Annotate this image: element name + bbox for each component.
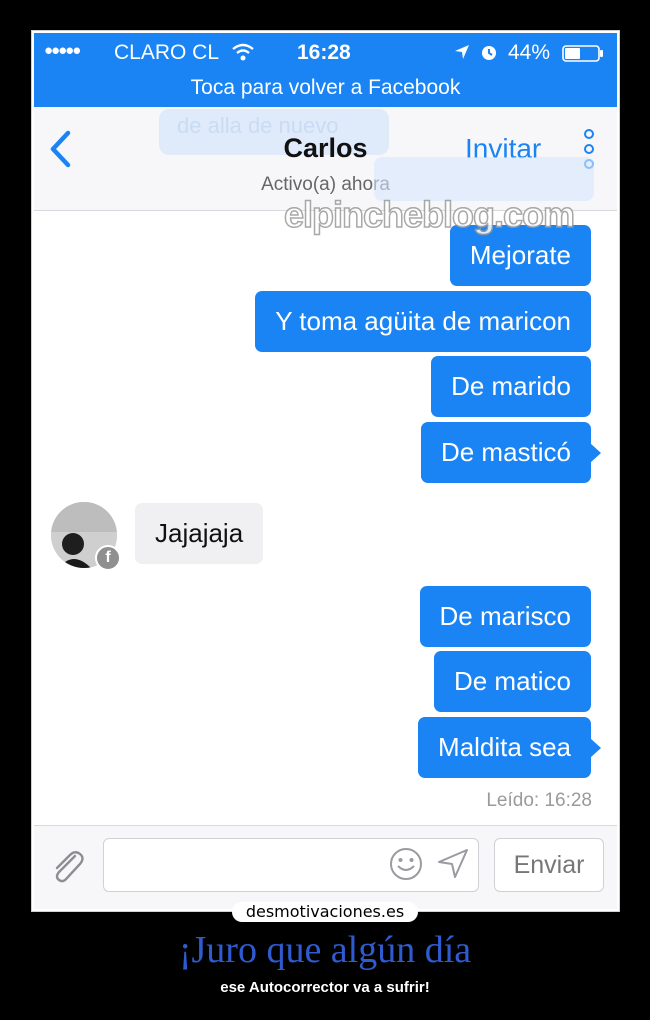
carrier-name: CLARO CL xyxy=(114,41,220,64)
battery-icon xyxy=(562,45,603,62)
chat-screenshot: ●●●●● CLARO CL 16:28 44% Toca para volve… xyxy=(31,30,620,912)
signal-strength: ●●●●● xyxy=(44,42,81,59)
alarm-icon xyxy=(482,46,496,60)
outgoing-message[interactable]: Y toma agüita de maricon xyxy=(255,291,591,352)
paperclip-icon[interactable] xyxy=(47,846,87,886)
emoji-icon[interactable] xyxy=(388,846,424,882)
location-icon xyxy=(455,45,469,59)
messenger-screen: ●●●●● CLARO CL 16:28 44% Toca para volve… xyxy=(34,33,617,909)
outgoing-message[interactable]: De marisco xyxy=(419,586,591,647)
incoming-message[interactable]: Jajajaja xyxy=(135,503,264,564)
site-label: desmotivaciones.es xyxy=(232,902,418,922)
clock: 16:28 xyxy=(297,41,351,64)
outgoing-message[interactable]: De masticó xyxy=(420,422,602,483)
composer-bar: Enviar xyxy=(34,825,617,909)
location-share-icon[interactable] xyxy=(436,848,470,880)
facebook-badge-icon: f xyxy=(95,545,121,571)
read-receipt: Leído: 16:28 xyxy=(486,790,592,811)
outgoing-message[interactable]: Maldita sea xyxy=(418,717,601,778)
poster-title: ¡Juro que algún día xyxy=(178,929,472,971)
outgoing-message[interactable]: De marido xyxy=(431,356,591,417)
wifi-icon xyxy=(232,43,254,61)
return-to-facebook-bar[interactable]: Toca para volver a Facebook xyxy=(34,73,617,107)
poster-subtitle: ese Autocorrector va a sufrir! xyxy=(220,979,430,996)
battery-percentage: 44% xyxy=(508,41,551,64)
outgoing-message[interactable]: De matico xyxy=(433,651,591,712)
status-bar: ●●●●● CLARO CL 16:28 44% xyxy=(34,33,617,73)
watermark: elpincheblog.com xyxy=(283,193,576,236)
send-button[interactable]: Enviar xyxy=(494,838,604,892)
